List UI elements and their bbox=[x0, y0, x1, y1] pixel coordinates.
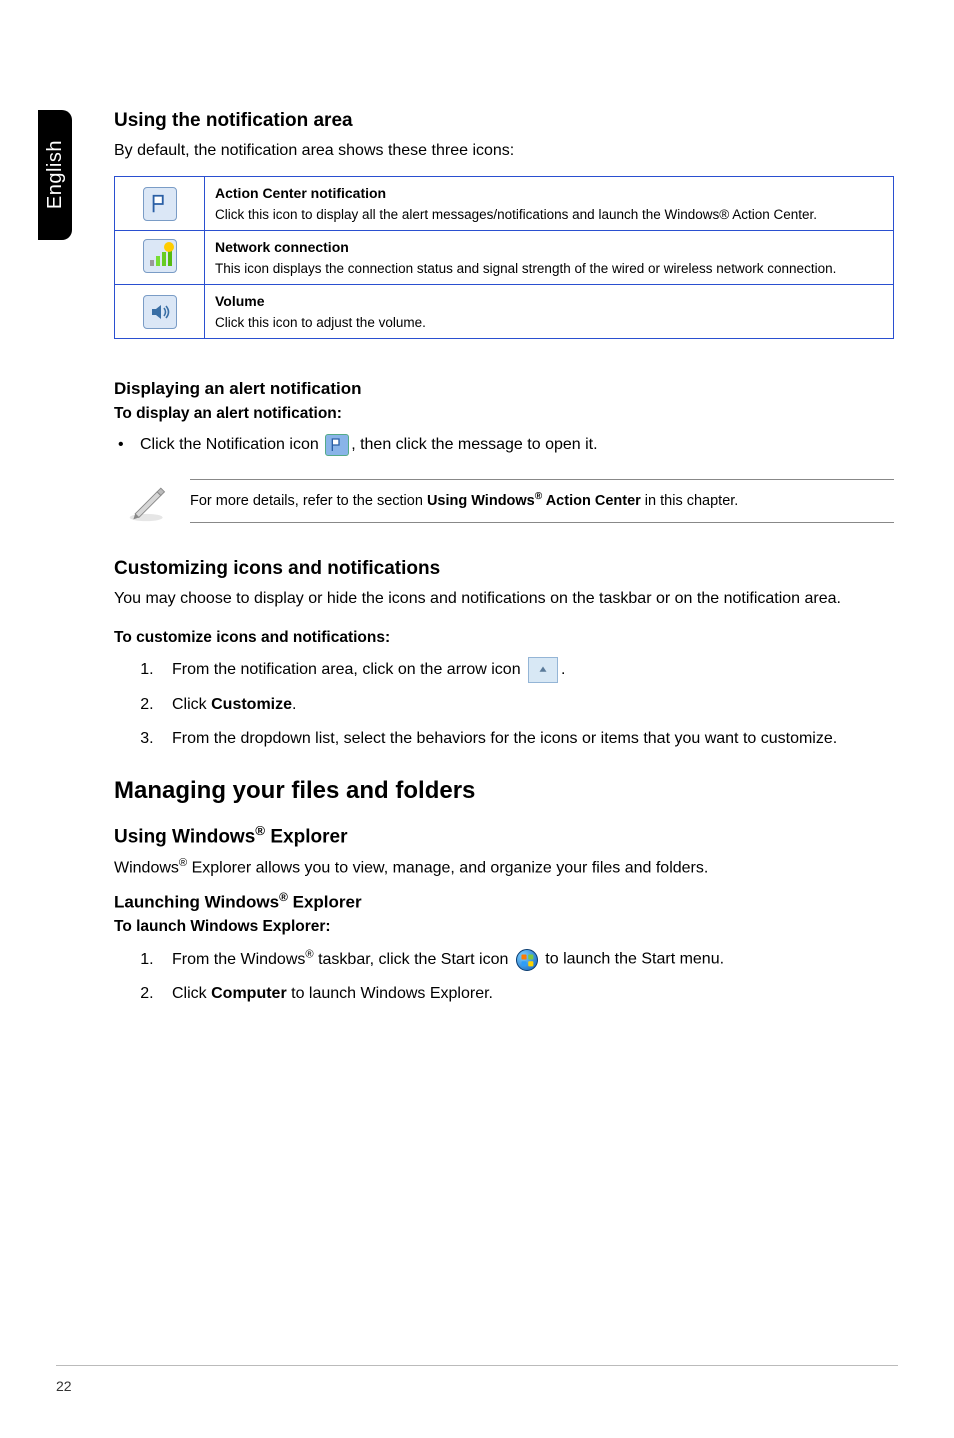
heading-managing-files: Managing your files and folders bbox=[114, 777, 894, 805]
heading-display-alert: Displaying an alert notification bbox=[114, 379, 894, 399]
step-text-pre: From the notification area, click on the… bbox=[172, 661, 525, 678]
step-text-pre: Click bbox=[172, 696, 211, 713]
action-center-desc-cell: Action Center notification Click this ic… bbox=[205, 177, 894, 231]
footer-divider bbox=[56, 1365, 898, 1366]
table-row: Volume Click this icon to adjust the vol… bbox=[115, 285, 894, 339]
intro-customizing: You may choose to display or hide the ic… bbox=[114, 588, 894, 610]
arrow-icon bbox=[528, 657, 558, 683]
table-row: Action Center notification Click this ic… bbox=[115, 177, 894, 231]
list-item: Click Customize. bbox=[158, 693, 894, 717]
heading-launching-explorer: Launching Windows® Explorer bbox=[114, 890, 894, 913]
list-item: From the dropdown list, select the behav… bbox=[158, 727, 894, 751]
step-text-post: . bbox=[292, 696, 296, 713]
list-item: From the Windows® taskbar, click the Sta… bbox=[158, 946, 894, 971]
pencil-icon bbox=[126, 479, 170, 528]
step-text-pre: From the Windows® taskbar, click the Sta… bbox=[172, 951, 513, 968]
bullet-text-pre: Click the Notification icon bbox=[140, 436, 323, 453]
bullet-text-post: , then click the message to open it. bbox=[351, 436, 597, 453]
row-desc: Click this icon to display all the alert… bbox=[215, 207, 817, 222]
step-text-post: . bbox=[561, 661, 565, 678]
customize-steps: From the notification area, click on the… bbox=[114, 657, 894, 751]
note-pre: For more details, refer to the section bbox=[190, 493, 427, 509]
launch-steps: From the Windows® taskbar, click the Sta… bbox=[114, 946, 894, 1005]
row-title: Action Center notification bbox=[215, 185, 883, 201]
list-item: Click the Notification icon , then click… bbox=[140, 433, 894, 457]
note-post: in this chapter. bbox=[641, 493, 739, 509]
page-content: Using the notification area By default, … bbox=[114, 110, 894, 1016]
note-text: For more details, refer to the section U… bbox=[190, 479, 894, 522]
volume-desc-cell: Volume Click this icon to adjust the vol… bbox=[205, 285, 894, 339]
step-bold: Computer bbox=[211, 985, 287, 1002]
sub-customizing: To customize icons and notifications: bbox=[114, 629, 894, 647]
heading-notification-area: Using the notification area bbox=[114, 110, 894, 132]
note-block: For more details, refer to the section U… bbox=[126, 479, 894, 528]
heading-using-explorer: Using Windows® Explorer bbox=[114, 823, 894, 848]
language-sidetab: English bbox=[38, 110, 72, 240]
notification-icons-table: Action Center notification Click this ic… bbox=[114, 176, 894, 339]
network-icon-cell bbox=[115, 231, 205, 285]
row-title: Network connection bbox=[215, 239, 883, 255]
note-bold: Using Windows® Action Center bbox=[427, 493, 641, 509]
network-desc-cell: Network connection This icon displays th… bbox=[205, 231, 894, 285]
step-bold: Customize bbox=[211, 696, 292, 713]
sub-display-alert: To display an alert notification: bbox=[114, 405, 894, 423]
row-desc: Click this icon to adjust the volume. bbox=[215, 315, 426, 330]
row-title: Volume bbox=[215, 293, 883, 309]
action-center-icon bbox=[143, 187, 177, 221]
heading-customizing: Customizing icons and notifications bbox=[114, 558, 894, 580]
notification-icon bbox=[325, 434, 349, 456]
step-text-post: to launch the Start menu. bbox=[541, 951, 724, 968]
table-row: Network connection This icon displays th… bbox=[115, 231, 894, 285]
start-icon bbox=[516, 949, 538, 971]
network-icon bbox=[143, 239, 177, 273]
row-desc: This icon displays the connection status… bbox=[215, 261, 836, 276]
volume-icon-cell bbox=[115, 285, 205, 339]
list-item: From the notification area, click on the… bbox=[158, 657, 894, 683]
volume-icon bbox=[143, 295, 177, 329]
intro-notification-area: By default, the notification area shows … bbox=[114, 140, 894, 162]
step-text-post: to launch Windows Explorer. bbox=[287, 985, 493, 1002]
intro-explorer: Windows® Explorer allows you to view, ma… bbox=[114, 856, 894, 880]
bullet-list: Click the Notification icon , then click… bbox=[114, 433, 894, 457]
language-label: English bbox=[44, 140, 67, 209]
step-text-pre: Click bbox=[172, 985, 211, 1002]
page-number: 22 bbox=[56, 1378, 72, 1394]
list-item: Click Computer to launch Windows Explore… bbox=[158, 982, 894, 1006]
sub-launch-explorer: To launch Windows Explorer: bbox=[114, 918, 894, 936]
action-center-icon-cell bbox=[115, 177, 205, 231]
